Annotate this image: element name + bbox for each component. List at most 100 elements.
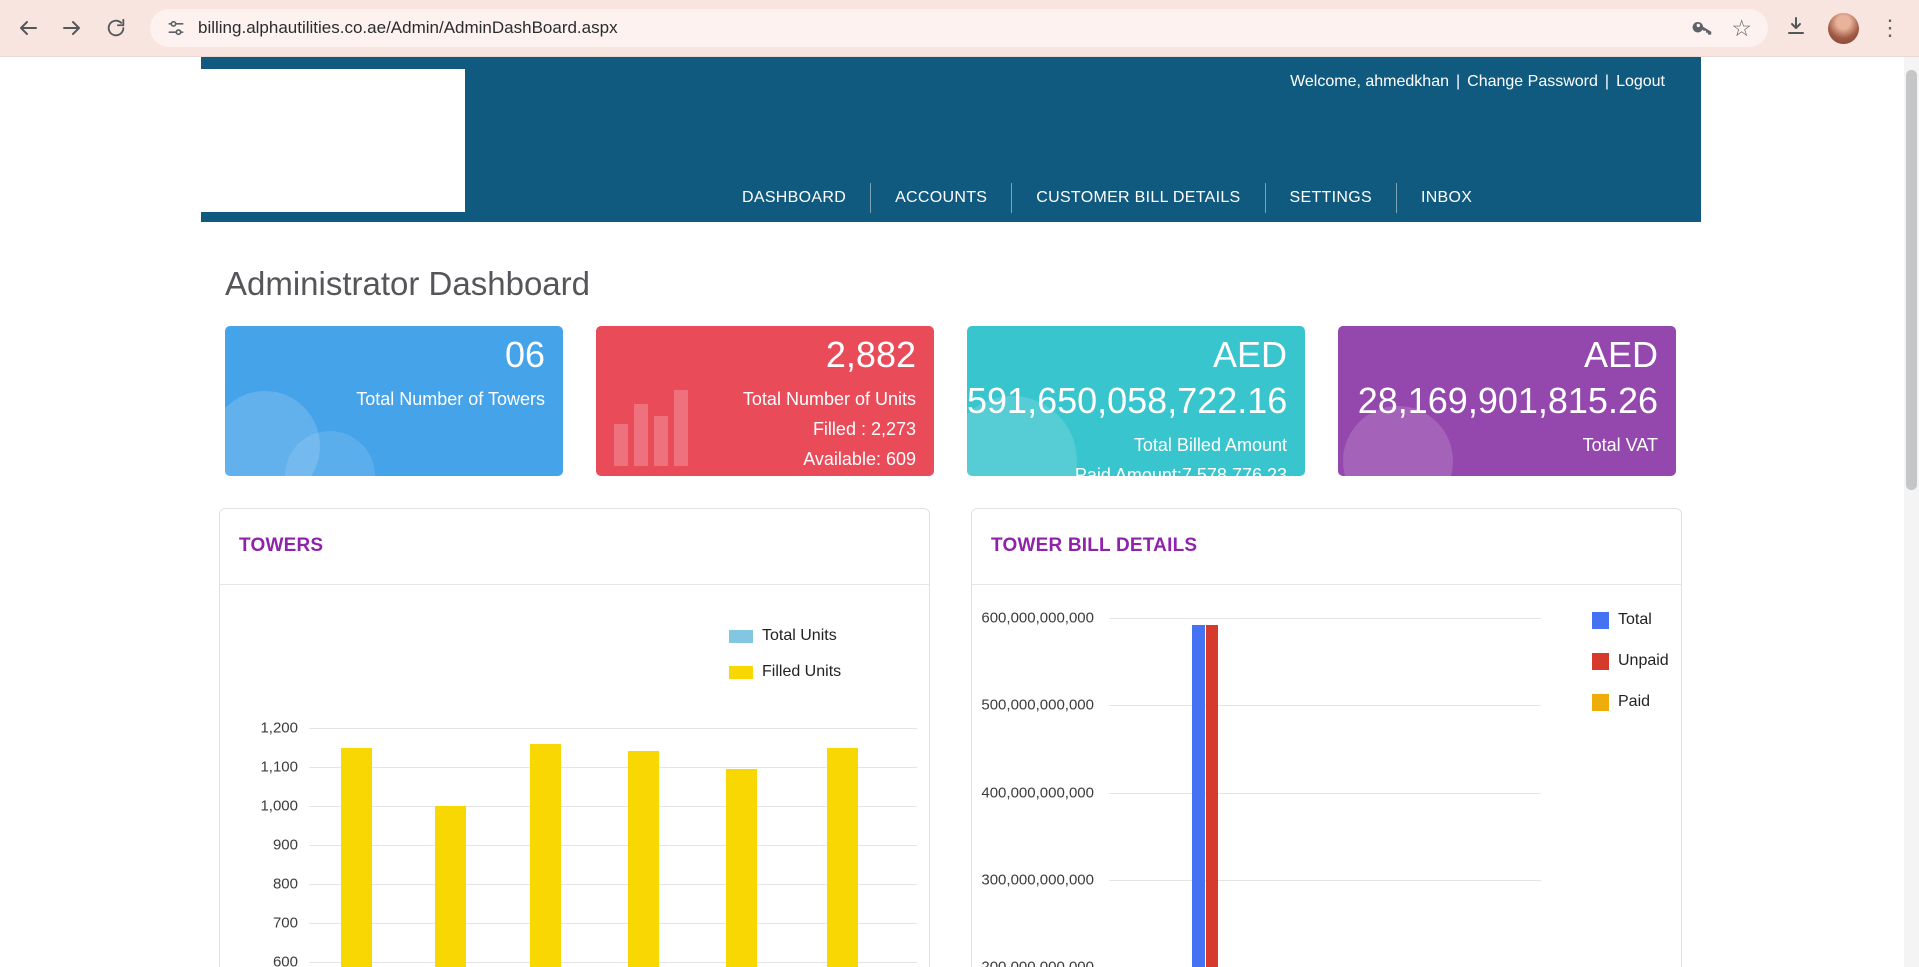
legend-label: Total Units — [762, 627, 837, 645]
change-password-link[interactable]: Change Password — [1467, 73, 1598, 91]
card-label: Total Number of Towers — [225, 384, 545, 414]
y-axis-label: 700 — [220, 915, 298, 932]
y-axis-label: 800 — [220, 876, 298, 893]
site-header: Welcome, ahmedkhan | Change Password | L… — [201, 57, 1701, 222]
gridline — [309, 923, 917, 924]
card-label: Total Billed Amount — [967, 430, 1287, 460]
forward-button[interactable] — [52, 8, 92, 48]
passwords-key-icon[interactable] — [1692, 18, 1713, 39]
bar-filled-units — [628, 751, 659, 967]
site-logo — [201, 69, 465, 212]
legend-label: Filled Units — [762, 663, 841, 681]
legend-item-filled-units: Filled Units — [729, 663, 841, 681]
profile-avatar[interactable] — [1828, 13, 1859, 44]
bills-panel: TOWER BILL DETAILS 600,000,000,000500,00… — [971, 508, 1682, 967]
nav-settings[interactable]: SETTINGS — [1266, 183, 1397, 213]
legend-item-total-units: Total Units — [729, 627, 841, 645]
forward-arrow-icon — [60, 16, 84, 40]
gridline — [309, 962, 917, 963]
gridline — [1109, 705, 1541, 706]
y-axis-label: 500,000,000,000 — [972, 697, 1094, 714]
browser-chrome: billing.alphautilities.co.ae/Admin/Admin… — [0, 0, 1919, 57]
card-total-billed-amount: AED591,650,058,722.16 Total Billed Amount… — [967, 326, 1305, 476]
y-axis-label: 1,000 — [220, 798, 298, 815]
bar-filled-units — [530, 744, 561, 967]
legend-swatch — [1592, 694, 1609, 711]
card-label: Paid Amount:7,578,776.23 — [967, 460, 1287, 476]
towers-legend: Total Units Filled Units — [729, 627, 841, 681]
card-total-towers: 06Total Number of Towers — [225, 326, 563, 476]
nav-customer-bill-details[interactable]: CUSTOMER BILL DETAILS — [1012, 183, 1265, 213]
gridline — [1109, 793, 1541, 794]
nav-accounts[interactable]: ACCOUNTS — [871, 183, 1012, 213]
gridline — [309, 767, 917, 768]
card-value: 2,882 — [596, 332, 916, 378]
y-axis-label: 600,000,000,000 — [972, 610, 1094, 627]
card-value: AED — [967, 332, 1287, 378]
card-total-vat: AED28,169,901,815.26 Total VAT — [1338, 326, 1676, 476]
back-arrow-icon — [16, 16, 40, 40]
screenshot-root: billing.alphautilities.co.ae/Admin/Admin… — [0, 0, 1919, 967]
bar-filled-units — [726, 769, 757, 967]
y-axis-label: 600 — [220, 954, 298, 967]
card-total-units: 2,882 Total Number of UnitsFilled : 2,273… — [596, 326, 934, 476]
main-nav: DASHBOARDACCOUNTSCUSTOMER BILL DETAILSSE… — [718, 183, 1496, 213]
logout-link[interactable]: Logout — [1616, 73, 1665, 91]
nav-dashboard[interactable]: DASHBOARD — [718, 183, 871, 213]
separator: | — [1456, 73, 1460, 91]
gridline — [1109, 880, 1541, 881]
gridline — [309, 728, 917, 729]
legend-item-paid: Paid — [1592, 693, 1669, 711]
url-text[interactable]: billing.alphautilities.co.ae/Admin/Admin… — [198, 18, 618, 38]
legend-swatch — [729, 666, 753, 679]
browser-menu-icon[interactable]: ⋮ — [1879, 17, 1901, 39]
chrome-right-icons: ⋮ — [1784, 13, 1901, 44]
reload-button[interactable] — [96, 8, 136, 48]
gridline — [309, 884, 917, 885]
site-settings-icon[interactable] — [166, 18, 186, 38]
card-labels: Total Billed AmountPaid Amount:7,578,776… — [967, 430, 1287, 476]
bar-filled-units — [435, 806, 466, 967]
back-button[interactable] — [8, 8, 48, 48]
legend-item-unpaid: Unpaid — [1592, 652, 1669, 670]
bar-unpaid — [1206, 625, 1218, 967]
card-label: Total Number of Units — [596, 384, 916, 414]
y-axis-label: 400,000,000,000 — [972, 784, 1094, 801]
legend-swatch — [1592, 612, 1609, 629]
bills-legend: Total Unpaid Paid — [1592, 611, 1669, 711]
bookmark-star-icon[interactable]: ☆ — [1731, 17, 1752, 40]
y-axis-label: 1,100 — [220, 759, 298, 776]
separator: | — [1605, 73, 1609, 91]
towers-chart: 1,2001,1001,000900800700600 — [220, 509, 929, 967]
card-value: 28,169,901,815.26 — [1338, 378, 1658, 424]
download-icon[interactable] — [1784, 14, 1808, 43]
stat-cards: 06Total Number of Towers 2,882 Total Numbe… — [225, 326, 1676, 476]
card-value: 591,650,058,722.16 — [967, 378, 1287, 424]
bills-chart: 600,000,000,000 500,000,000,000 400,000,00… — [972, 509, 1681, 967]
card-labels: Total Number of Towers — [225, 384, 545, 414]
bar-filled-units — [827, 748, 858, 967]
bar-total — [1192, 625, 1205, 967]
y-axis-label: 200,000,000,000 — [972, 959, 1094, 967]
gridline — [309, 845, 917, 846]
bar-filled-units — [341, 748, 372, 967]
welcome-bar: Welcome, ahmedkhan | Change Password | L… — [1290, 73, 1665, 91]
url-bar[interactable]: billing.alphautilities.co.ae/Admin/Admin… — [150, 9, 1768, 47]
reload-icon — [105, 17, 127, 39]
card-labels: Total Number of UnitsFilled : 2,273Avail… — [596, 384, 916, 474]
towers-panel: TOWERS 1,2001,1001,000900800700600 Total… — [219, 508, 930, 967]
nav-inbox[interactable]: INBOX — [1397, 183, 1496, 213]
scrollbar-thumb[interactable] — [1906, 70, 1917, 490]
card-label: Available: 609 — [596, 444, 916, 474]
legend-label: Unpaid — [1618, 652, 1669, 670]
page-scrollbar[interactable] — [1904, 57, 1919, 967]
card-label: Total VAT — [1338, 430, 1658, 460]
gridline — [1109, 618, 1541, 619]
legend-label: Total — [1618, 611, 1652, 629]
card-value: AED — [1338, 332, 1658, 378]
y-axis-label: 1,200 — [220, 720, 298, 737]
legend-swatch — [1592, 653, 1609, 670]
gridline — [309, 806, 917, 807]
page-title: Administrator Dashboard — [225, 265, 590, 303]
welcome-text: Welcome, ahmedkhan — [1290, 73, 1449, 91]
